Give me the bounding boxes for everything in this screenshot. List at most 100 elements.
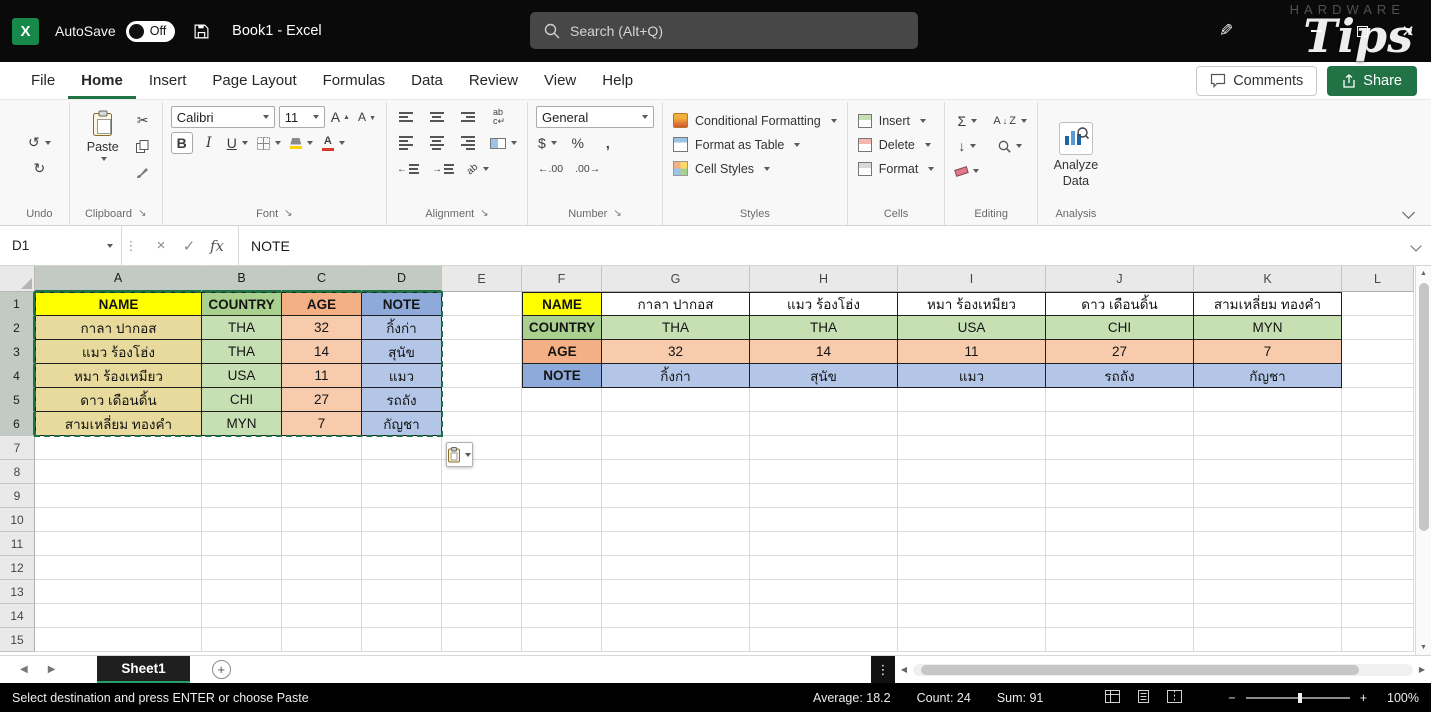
- cell-E6[interactable]: [442, 412, 522, 436]
- cell-L9[interactable]: [1342, 484, 1414, 508]
- clipboard-dialog-launcher[interactable]: ↘: [138, 209, 146, 219]
- tab-help[interactable]: Help: [589, 62, 646, 99]
- cell-H9[interactable]: [750, 484, 898, 508]
- cell-C11[interactable]: [282, 532, 362, 556]
- cell-D6[interactable]: กัญชา: [362, 412, 442, 436]
- format-as-table-button[interactable]: Format as Table: [671, 134, 802, 155]
- cell-E14[interactable]: [442, 604, 522, 628]
- cell-B8[interactable]: [202, 460, 282, 484]
- status-sum[interactable]: Sum: 91: [997, 691, 1044, 705]
- search-box[interactable]: Search (Alt+Q): [530, 12, 918, 49]
- cell-G14[interactable]: [602, 604, 750, 628]
- cell-L8[interactable]: [1342, 460, 1414, 484]
- row-header-1[interactable]: 1: [0, 292, 35, 316]
- cell-E11[interactable]: [442, 532, 522, 556]
- cell-E9[interactable]: [442, 484, 522, 508]
- cell-F12[interactable]: [522, 556, 602, 580]
- cell-E12[interactable]: [442, 556, 522, 580]
- cell-H6[interactable]: [750, 412, 898, 436]
- font-name-combo[interactable]: Calibri: [170, 106, 275, 128]
- cell-A6[interactable]: สามเหลี่ยม ทองคำ: [35, 412, 202, 436]
- cell-C2[interactable]: 32: [282, 316, 362, 340]
- cell-L4[interactable]: [1342, 364, 1414, 388]
- cell-F13[interactable]: [522, 580, 602, 604]
- find-select-icon[interactable]: [991, 135, 1029, 157]
- cell-B14[interactable]: [202, 604, 282, 628]
- cell-K1[interactable]: สามเหลี่ยม ทองคำ: [1194, 292, 1342, 316]
- cell-A2[interactable]: กาลา ปากอส: [35, 316, 202, 340]
- expand-formula-bar-icon[interactable]: [1401, 226, 1431, 265]
- fill-color-icon[interactable]: [288, 132, 315, 154]
- cell-C14[interactable]: [282, 604, 362, 628]
- cell-C6[interactable]: 7: [282, 412, 362, 436]
- cell-H15[interactable]: [750, 628, 898, 652]
- cell-J9[interactable]: [1046, 484, 1194, 508]
- cell-A7[interactable]: [35, 436, 202, 460]
- cell-K2[interactable]: MYN: [1194, 316, 1342, 340]
- bottom-align-icon[interactable]: [457, 106, 479, 128]
- cell-A10[interactable]: [35, 508, 202, 532]
- scroll-up-icon[interactable]: ▲: [1416, 266, 1431, 281]
- cell-E10[interactable]: [442, 508, 522, 532]
- cell-L10[interactable]: [1342, 508, 1414, 532]
- copy-icon[interactable]: [132, 135, 154, 157]
- cell-H7[interactable]: [750, 436, 898, 460]
- tab-home[interactable]: Home: [68, 62, 136, 99]
- cell-D10[interactable]: [362, 508, 442, 532]
- cell-J4[interactable]: รถถัง: [1046, 364, 1194, 388]
- cell-J12[interactable]: [1046, 556, 1194, 580]
- insert-function-icon[interactable]: fx: [204, 233, 230, 259]
- row-header-10[interactable]: 10: [0, 508, 35, 532]
- cell-A4[interactable]: หมา ร้องเหมียว: [35, 364, 202, 388]
- row-header-13[interactable]: 13: [0, 580, 35, 604]
- cell-B13[interactable]: [202, 580, 282, 604]
- cell-L6[interactable]: [1342, 412, 1414, 436]
- scroll-down-icon[interactable]: ▼: [1416, 640, 1431, 655]
- row-header-4[interactable]: 4: [0, 364, 35, 388]
- cell-B9[interactable]: [202, 484, 282, 508]
- cell-styles-button[interactable]: Cell Styles: [671, 158, 772, 179]
- cell-I4[interactable]: แมว: [898, 364, 1046, 388]
- cell-G9[interactable]: [602, 484, 750, 508]
- cell-K12[interactable]: [1194, 556, 1342, 580]
- cell-H11[interactable]: [750, 532, 898, 556]
- autosum-icon[interactable]: Σ: [953, 110, 981, 132]
- cell-J2[interactable]: CHI: [1046, 316, 1194, 340]
- cell-F7[interactable]: [522, 436, 602, 460]
- cell-H12[interactable]: [750, 556, 898, 580]
- formula-input[interactable]: NOTE: [239, 226, 1401, 265]
- excel-logo-icon[interactable]: X: [12, 17, 39, 45]
- sheet-options-dots[interactable]: ⋮: [871, 655, 895, 684]
- zoom-in-icon[interactable]: +: [1360, 691, 1367, 705]
- cell-J11[interactable]: [1046, 532, 1194, 556]
- cell-B4[interactable]: USA: [202, 364, 282, 388]
- cell-F5[interactable]: [522, 388, 602, 412]
- cell-A9[interactable]: [35, 484, 202, 508]
- select-all-corner[interactable]: [0, 266, 35, 292]
- column-header-E[interactable]: E: [442, 266, 522, 292]
- shrink-font-icon[interactable]: A ▲: [356, 106, 378, 128]
- hscroll-right-icon[interactable]: ▶: [1413, 665, 1431, 674]
- undo-icon[interactable]: ↺: [26, 132, 53, 154]
- cell-I14[interactable]: [898, 604, 1046, 628]
- bold-icon[interactable]: B: [170, 132, 193, 154]
- tab-page-layout[interactable]: Page Layout: [199, 62, 309, 99]
- column-header-J[interactable]: J: [1046, 266, 1194, 292]
- cell-D8[interactable]: [362, 460, 442, 484]
- cell-L2[interactable]: [1342, 316, 1414, 340]
- cell-F8[interactable]: [522, 460, 602, 484]
- cell-C5[interactable]: 27: [282, 388, 362, 412]
- number-dialog-launcher[interactable]: ↘: [613, 209, 621, 219]
- maximize-button[interactable]: [1339, 0, 1385, 62]
- zoom-level[interactable]: 100%: [1377, 691, 1419, 705]
- vertical-scroll-thumb[interactable]: [1418, 283, 1429, 531]
- column-header-G[interactable]: G: [602, 266, 750, 292]
- ink-pen-icon[interactable]: ✎: [1219, 21, 1233, 41]
- column-header-L[interactable]: L: [1342, 266, 1414, 292]
- cell-D14[interactable]: [362, 604, 442, 628]
- redo-icon[interactable]: ↻: [28, 158, 50, 180]
- cell-H2[interactable]: THA: [750, 316, 898, 340]
- cell-G10[interactable]: [602, 508, 750, 532]
- row-header-14[interactable]: 14: [0, 604, 35, 628]
- comma-style-icon[interactable]: ,: [597, 132, 619, 154]
